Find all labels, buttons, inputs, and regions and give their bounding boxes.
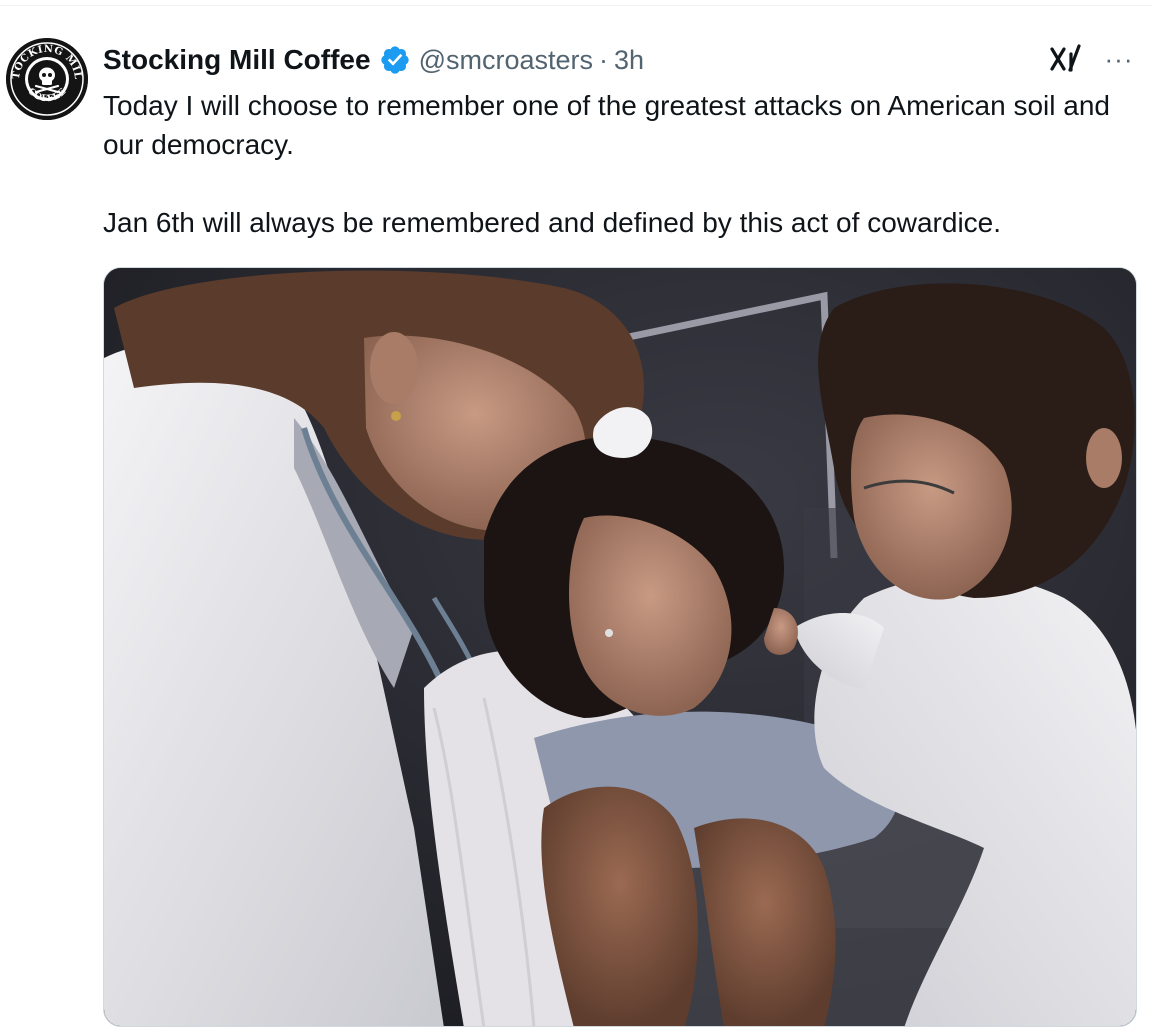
tweet-text: Today I will choose to remember one of t…	[103, 86, 1123, 242]
avatar[interactable]: STOCKING MILL COFFEE	[6, 38, 88, 120]
tweet-text-paragraph-1: Today I will choose to remember one of t…	[103, 90, 1110, 160]
photo-image	[104, 268, 1136, 1026]
verified-badge-icon[interactable]	[379, 44, 411, 76]
separator-dot: ·	[599, 44, 609, 75]
author-display-name[interactable]: Stocking Mill Coffee	[103, 44, 371, 76]
author-handle[interactable]: @smcroasters	[419, 45, 593, 76]
stocking-mill-logo-icon: STOCKING MILL COFFEE	[6, 38, 88, 120]
tweet[interactable]: STOCKING MILL COFFEE Stocking Mill Coffe…	[0, 0, 1152, 1027]
more-options-icon[interactable]: ···	[1102, 44, 1136, 74]
tweet-text-paragraph-2: Jan 6th will always be remembered and de…	[103, 207, 1002, 238]
grok-icon[interactable]	[1048, 42, 1082, 76]
tweet-header: Stocking Mill Coffee @smcroasters · 3h	[103, 40, 644, 80]
tweet-media-photo[interactable]	[103, 267, 1137, 1027]
timestamp[interactable]: 3h	[614, 45, 644, 76]
